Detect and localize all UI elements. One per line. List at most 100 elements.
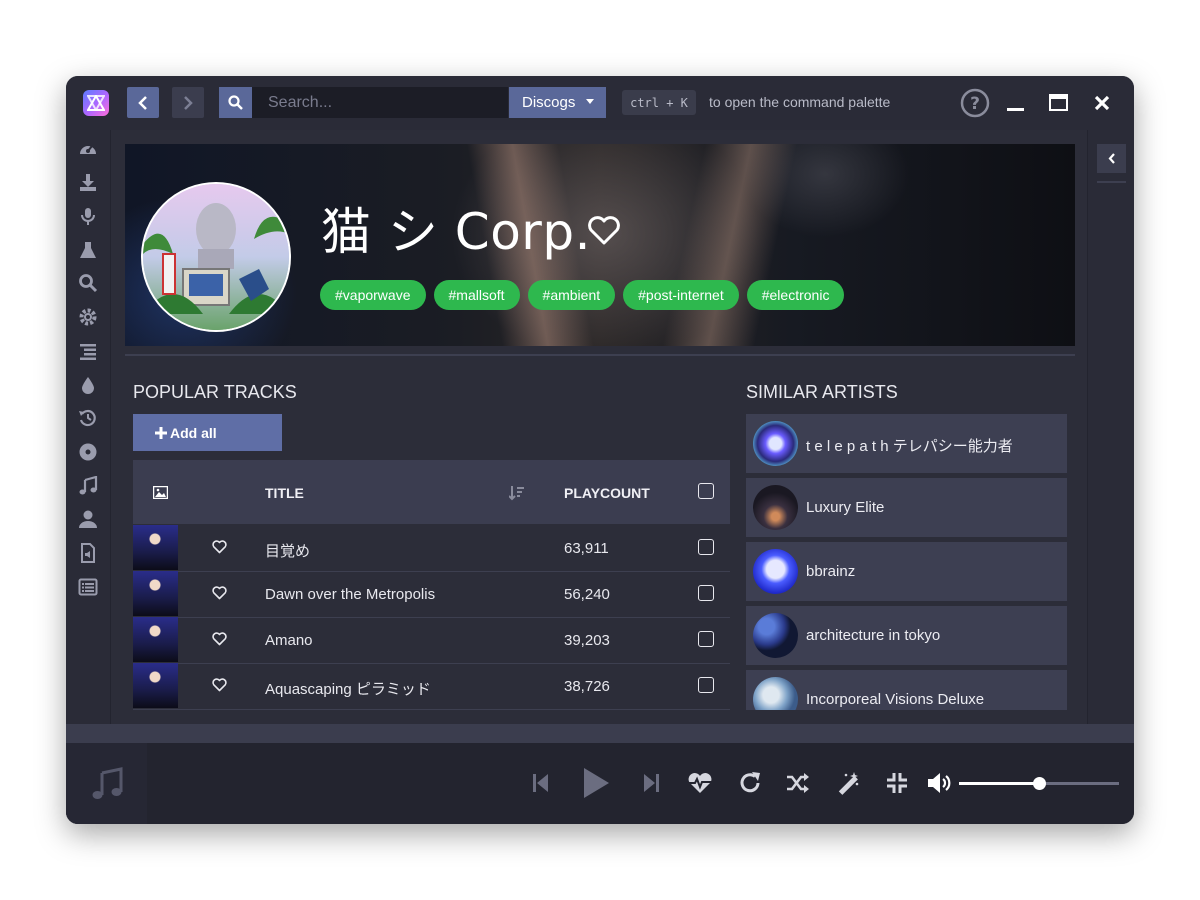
shuffle-button[interactable]: [783, 768, 813, 798]
similar-artist-avatar: [753, 677, 798, 710]
history-icon[interactable]: [77, 407, 99, 429]
track-playcount: 38,726: [564, 678, 610, 695]
track-checkbox[interactable]: [698, 585, 714, 601]
sort-icon[interactable]: [509, 485, 525, 501]
music-note-icon[interactable]: [77, 475, 99, 497]
track-title: 目覚め: [265, 543, 311, 560]
similar-artist-avatar: [753, 485, 798, 530]
repeat-icon: [740, 772, 760, 793]
help-icon[interactable]: ?: [960, 88, 990, 123]
track-playcount: 39,203: [564, 632, 610, 649]
similar-artist-card[interactable]: bbrainz: [746, 542, 1067, 601]
right-panel: [1088, 130, 1134, 724]
shortcut-hint: to open the command palette: [709, 94, 891, 110]
volume-button[interactable]: [926, 768, 956, 798]
banner-photo-detail: [661, 144, 799, 346]
similar-artist-avatar: [753, 613, 798, 658]
favorite-artist-button[interactable]: [587, 216, 621, 251]
next-track-button[interactable]: [636, 768, 666, 798]
heart-icon: [588, 216, 620, 245]
tag[interactable]: #electronic: [746, 280, 845, 310]
tag[interactable]: #post-internet: [623, 280, 739, 310]
heart-icon[interactable]: [212, 678, 227, 692]
similar-artist-card[interactable]: architecture in tokyo: [746, 606, 1067, 665]
artist-view: 猫 シ Corp. #vaporwave #mallsoft #ambient …: [111, 130, 1087, 724]
similar-artist-avatar: [753, 549, 798, 594]
back-button[interactable]: [127, 87, 159, 118]
flask-icon[interactable]: [77, 239, 99, 261]
volume-handle[interactable]: [1033, 777, 1046, 790]
select-all-checkbox[interactable]: [698, 483, 714, 499]
drop-icon[interactable]: [77, 374, 99, 396]
table-row[interactable]: Aquascaping ピラミッド 38,726: [133, 663, 730, 710]
repeat-button[interactable]: [735, 768, 765, 798]
similar-artist-name: Luxury Elite: [806, 499, 885, 516]
playcount-column-header[interactable]: PLAYCOUNT: [564, 485, 650, 501]
minimize-button[interactable]: [1004, 91, 1028, 115]
title-column-header[interactable]: TITLE: [265, 485, 304, 501]
artist-avatar-image: [143, 184, 289, 330]
expand-panel-button[interactable]: [1097, 144, 1126, 173]
search-input[interactable]: [252, 87, 508, 118]
search-icon[interactable]: [219, 87, 252, 118]
previous-track-button[interactable]: [526, 768, 556, 798]
dashboard-icon[interactable]: [77, 138, 99, 160]
list-icon[interactable]: [77, 340, 99, 362]
popular-tracks-table: TITLE PLAYCOUNT 目覚め 63,911 Dawn over the…: [133, 460, 730, 710]
artist-name: 猫 シ Corp.: [321, 203, 591, 261]
list-alt-icon[interactable]: [77, 576, 99, 598]
maximize-button[interactable]: [1047, 91, 1071, 115]
heartbeat-icon: [688, 773, 712, 793]
table-row[interactable]: Dawn over the Metropolis 56,240: [133, 571, 730, 618]
tag[interactable]: #mallsoft: [433, 280, 520, 310]
forward-button[interactable]: [172, 87, 204, 118]
shuffle-icon: [787, 773, 809, 793]
favorite-track-button[interactable]: [685, 768, 715, 798]
heart-icon[interactable]: [212, 632, 227, 646]
heart-icon[interactable]: [212, 540, 227, 554]
sidebar: [66, 130, 110, 724]
disc-icon[interactable]: [77, 441, 99, 463]
volume-slider[interactable]: [959, 777, 1119, 790]
track-checkbox[interactable]: [698, 677, 714, 693]
add-all-button[interactable]: Add all: [133, 414, 282, 451]
track-checkbox[interactable]: [698, 631, 714, 647]
caret-down-icon: [586, 99, 594, 104]
visualizer-button[interactable]: [833, 768, 863, 798]
magic-wand-icon: [838, 772, 859, 795]
skip-previous-icon: [533, 774, 548, 792]
section-divider: [125, 354, 1075, 356]
play-button[interactable]: [578, 765, 614, 801]
microphone-icon[interactable]: [77, 205, 99, 227]
search-provider-select[interactable]: Discogs: [509, 87, 606, 118]
table-row[interactable]: Amano 39,203: [133, 617, 730, 664]
title-bar: Discogs ctrl + K to open the command pal…: [66, 76, 1134, 130]
similar-artist-card[interactable]: Incorporeal Visions Deluxe: [746, 670, 1067, 710]
similar-artists-heading: SIMILAR ARTISTS: [746, 382, 898, 402]
tag[interactable]: #ambient: [527, 280, 616, 310]
gear-icon[interactable]: [77, 306, 99, 328]
app-logo-icon: [83, 90, 109, 116]
similar-artist-card[interactable]: t e l e p a t h テレパシー能力者: [746, 414, 1067, 473]
track-checkbox[interactable]: [698, 539, 714, 555]
similar-artist-card[interactable]: Luxury Elite: [746, 478, 1067, 537]
seek-bar[interactable]: [66, 724, 1134, 743]
similar-artist-name: bbrainz: [806, 563, 856, 580]
track-thumbnail: [133, 571, 178, 616]
search-icon[interactable]: [77, 272, 99, 294]
audio-file-icon[interactable]: [77, 542, 99, 564]
tag[interactable]: #vaporwave: [320, 280, 426, 310]
heart-icon[interactable]: [212, 586, 227, 600]
compress-icon: [887, 773, 907, 793]
download-icon[interactable]: [77, 171, 99, 193]
maximize-icon: [1049, 94, 1068, 111]
track-thumbnail: [133, 525, 178, 570]
artist-tags: #vaporwave #mallsoft #ambient #post-inte…: [320, 280, 845, 310]
close-button[interactable]: [1090, 91, 1114, 115]
table-header: TITLE PLAYCOUNT: [133, 460, 730, 524]
minimize-player-button[interactable]: [882, 768, 912, 798]
play-icon: [584, 768, 609, 798]
track-thumbnail: [133, 663, 178, 708]
table-row[interactable]: 目覚め 63,911: [133, 525, 730, 572]
user-icon[interactable]: [77, 508, 99, 530]
